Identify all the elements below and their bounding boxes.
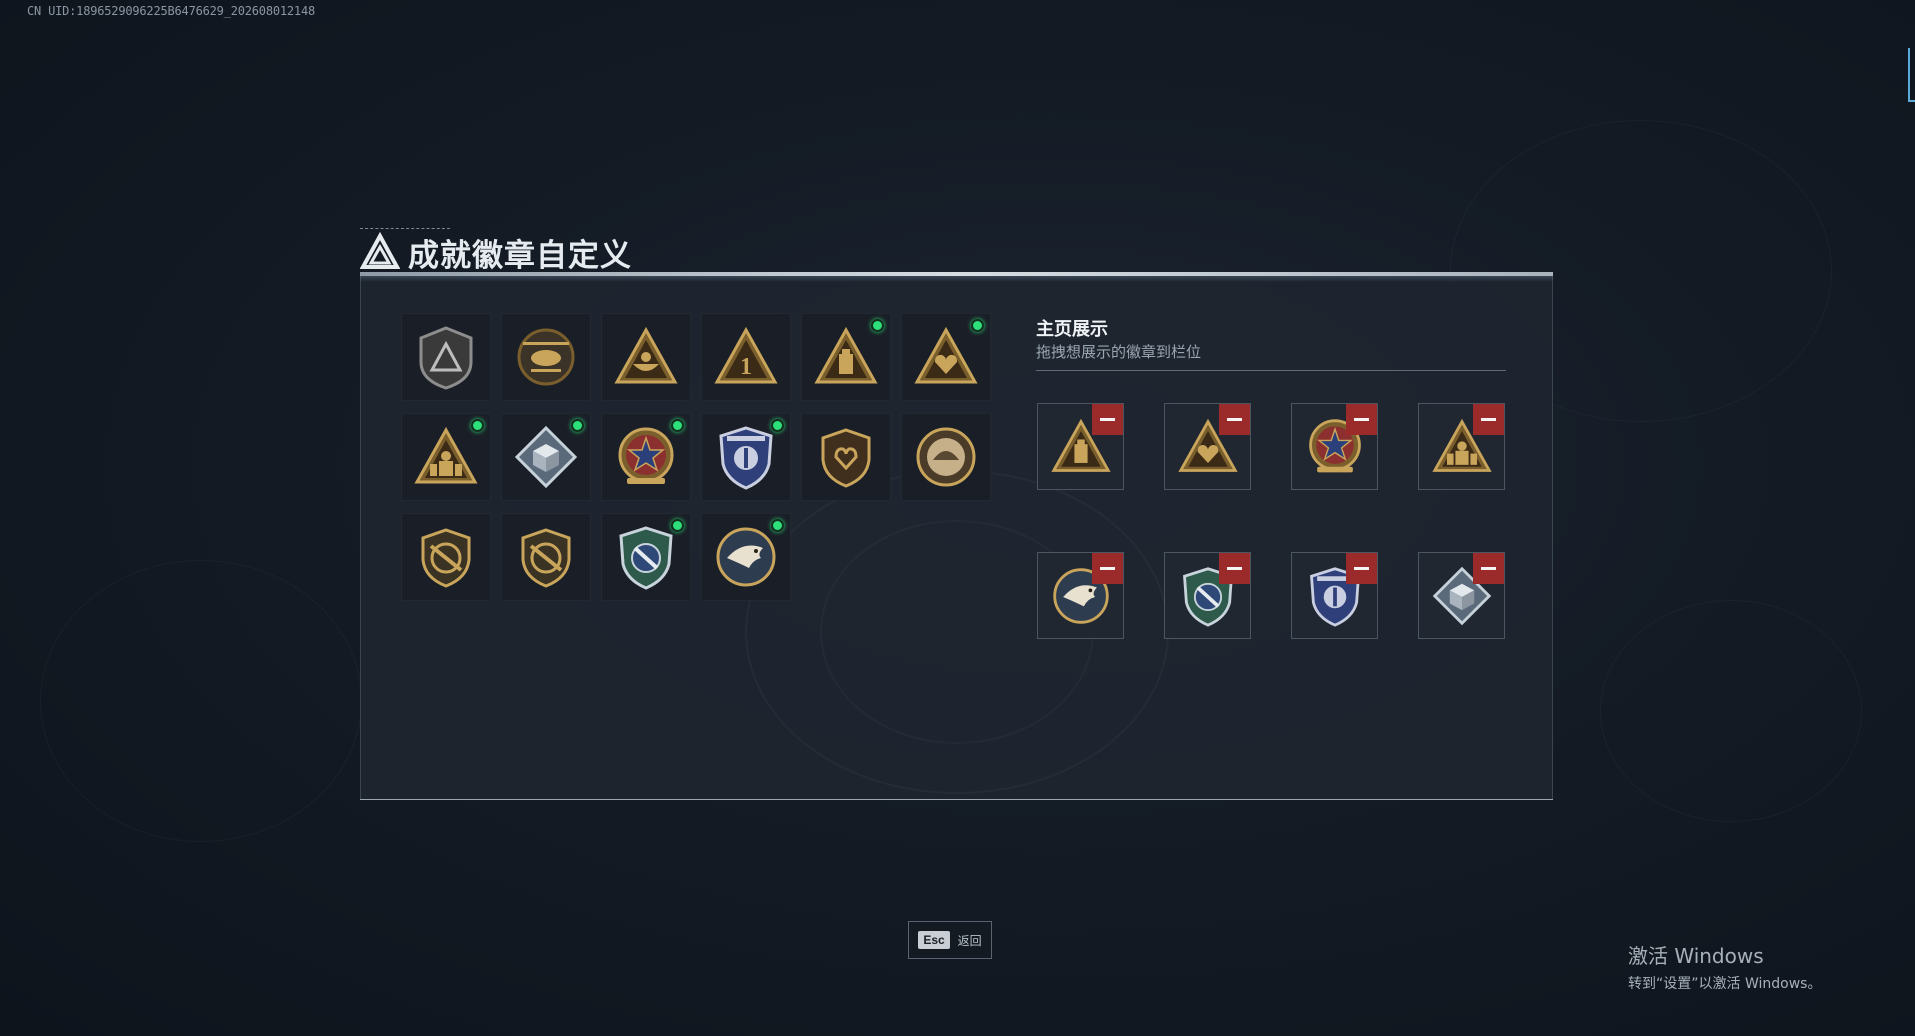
triangle-logo-icon — [360, 232, 400, 269]
showcase-title: 主页展示 — [1036, 319, 1108, 340]
showcase-divider — [1036, 370, 1506, 371]
showcase-slot[interactable] — [1037, 552, 1124, 639]
remove-icon[interactable] — [1219, 404, 1250, 435]
back-button[interactable]: Esc 返回 — [908, 921, 992, 959]
back-label: 返回 — [957, 933, 982, 948]
remove-icon[interactable] — [1092, 404, 1123, 435]
badge-cell[interactable] — [501, 513, 591, 601]
map-contour — [1600, 600, 1862, 822]
badge-cell[interactable] — [601, 313, 691, 401]
police-shield-badge — [719, 426, 773, 490]
remove-icon[interactable] — [1346, 404, 1377, 435]
showcase-slot[interactable] — [1164, 552, 1251, 639]
new-indicator-dot — [871, 319, 884, 332]
eagle-badge — [716, 527, 776, 587]
badge-cell[interactable] — [601, 413, 691, 501]
triangle-bowl-badge — [614, 326, 678, 384]
badge-cell[interactable] — [401, 413, 491, 501]
badge-cell[interactable] — [701, 513, 791, 601]
badge-cell[interactable] — [601, 513, 691, 601]
panel-bottom-border — [360, 799, 1553, 800]
windows-activation-notice: 激活 Windows 转到“设置”以激活 Windows。 — [1628, 940, 1821, 993]
badge-cell[interactable] — [701, 413, 791, 501]
triangle-number-one-badge: 1 — [714, 326, 778, 384]
triangle-heart-badge — [914, 326, 978, 384]
wrench-shield-badge — [619, 526, 673, 590]
showcase-slot[interactable] — [1164, 403, 1251, 490]
remove-icon[interactable] — [1092, 553, 1123, 584]
shield-rifle-badge — [421, 528, 471, 588]
badge-cell[interactable] — [901, 313, 991, 401]
round-helmet-badge — [916, 427, 976, 487]
panel-top-glow — [360, 276, 1553, 282]
uid-label: CN UID:1896529096225B6476629_20260801214… — [27, 4, 316, 18]
badge-cell[interactable] — [501, 313, 591, 401]
badge-cell[interactable] — [901, 413, 991, 501]
svg-text:1: 1 — [740, 354, 752, 380]
showcase-slot[interactable] — [1291, 552, 1378, 639]
remove-icon[interactable] — [1346, 553, 1377, 584]
shield-triangle-badge — [419, 326, 473, 390]
showcase-slot[interactable] — [1291, 403, 1378, 490]
new-indicator-dot — [571, 419, 584, 432]
showcase-slots — [1037, 403, 1505, 639]
map-contour — [40, 560, 362, 842]
activation-subtitle: 转到“设置”以激活 Windows。 — [1628, 976, 1822, 992]
new-indicator-dot — [771, 519, 784, 532]
page-title-row: 成就徽章自定义 — [360, 226, 632, 278]
scroll-indicator — [1908, 48, 1915, 102]
remove-icon[interactable] — [1219, 553, 1250, 584]
remove-icon[interactable] — [1473, 404, 1504, 435]
star-medal-badge — [618, 427, 674, 484]
badge-grid: 1 — [401, 313, 991, 601]
page-title: 成就徽章自定义 — [408, 237, 632, 274]
activation-title: 激活 Windows — [1628, 944, 1764, 968]
badge-cell[interactable]: 1 — [701, 313, 791, 401]
new-indicator-dot — [471, 419, 484, 432]
badge-cell[interactable] — [401, 313, 491, 401]
helicopter-badge — [517, 328, 575, 386]
remove-icon[interactable] — [1473, 553, 1504, 584]
triangle-soldier-badge — [414, 426, 478, 484]
badge-cell[interactable] — [801, 313, 891, 401]
triangle-bottle-badge — [814, 326, 878, 384]
showcase-slot[interactable] — [1037, 403, 1124, 490]
new-indicator-dot — [771, 419, 784, 432]
badge-cell[interactable] — [801, 413, 891, 501]
new-indicator-dot — [671, 419, 684, 432]
badge-cell[interactable] — [401, 513, 491, 601]
esc-key-icon: Esc — [918, 931, 950, 949]
showcase-slot[interactable] — [1418, 552, 1505, 639]
shield-heart-badge — [821, 428, 871, 488]
badge-cell[interactable] — [501, 413, 591, 501]
showcase-slot[interactable] — [1418, 403, 1505, 490]
new-indicator-dot — [971, 319, 984, 332]
diamond-cube-badge — [514, 425, 578, 489]
showcase-subtitle: 拖拽想展示的徽章到栏位 — [1036, 343, 1202, 361]
shield-rifle-badge-2 — [521, 528, 571, 588]
new-indicator-dot — [671, 519, 684, 532]
